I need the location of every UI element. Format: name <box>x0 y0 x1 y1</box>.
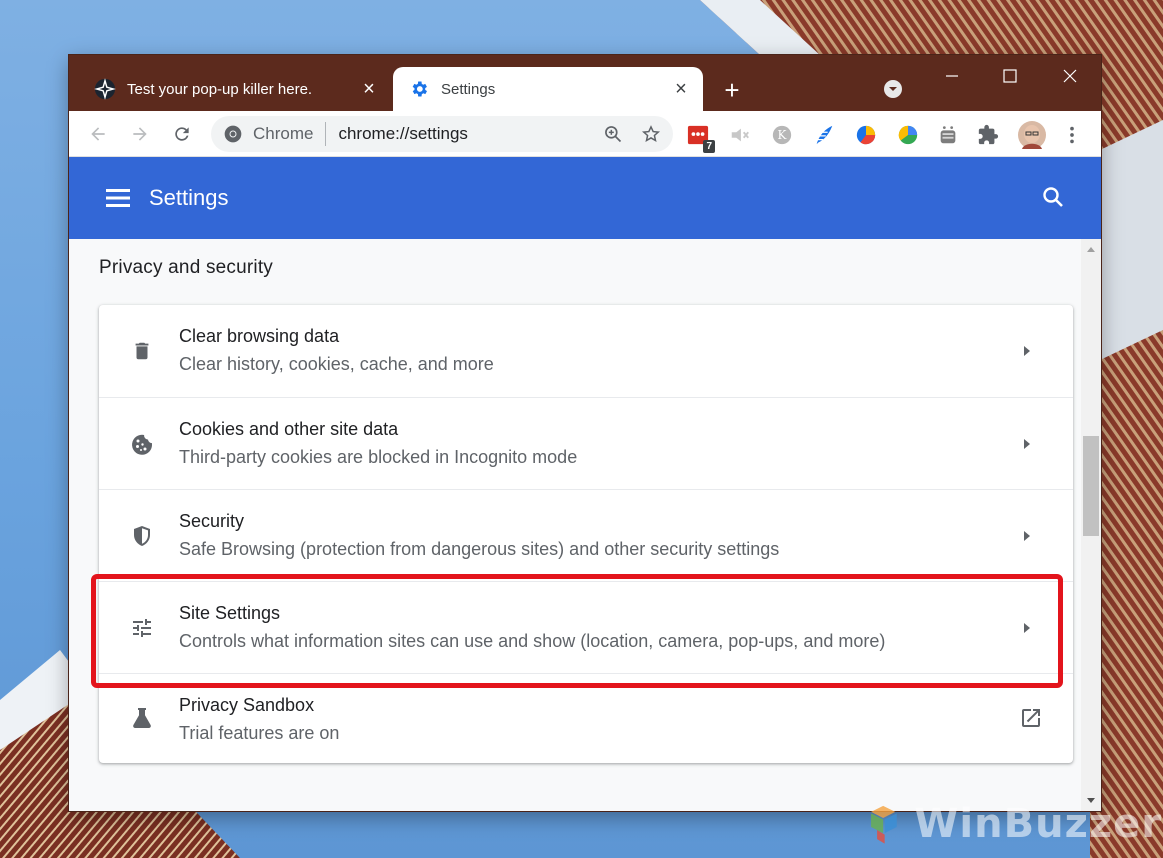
minimize-icon[interactable] <box>929 61 975 91</box>
row-sublabel: Trial features are on <box>179 723 340 743</box>
chart-extension-icon[interactable] <box>895 122 921 148</box>
new-tab-button[interactable]: + <box>717 75 747 105</box>
more-vert-icon[interactable] <box>1059 122 1085 148</box>
zoom-icon[interactable] <box>597 118 629 150</box>
browser-window: Test your pop-up killer here. × Settings… <box>69 55 1101 811</box>
row-sublabel: Safe Browsing (protection from dangerous… <box>179 539 780 559</box>
row-sublabel: Third-party cookies are blocked in Incog… <box>179 447 578 467</box>
todo-extension-icon[interactable]: 7 <box>685 122 715 153</box>
chrome-logo-icon <box>223 124 243 144</box>
watermark: WinBuzzer <box>862 790 1162 858</box>
tune-icon <box>129 615 155 641</box>
omnibox[interactable]: Chrome chrome://settings <box>211 116 673 152</box>
tab-settings[interactable]: Settings × <box>393 67 703 111</box>
row-security[interactable]: Security Safe Browsing (protection from … <box>99 489 1073 581</box>
scroll-up-arrow-icon[interactable] <box>1087 247 1095 252</box>
omnibox-scheme-label: Chrome <box>253 124 314 143</box>
trash-icon <box>129 338 155 364</box>
row-label: Clear browsing data <box>179 326 340 346</box>
maximize-icon[interactable] <box>987 61 1033 91</box>
settings-content: Privacy and security Clear browsing data… <box>69 239 1081 811</box>
section-title: Privacy and security <box>99 257 274 278</box>
popup-killer-favicon-icon <box>93 77 117 101</box>
gear-icon <box>407 77 431 101</box>
cookie-icon <box>129 431 155 457</box>
tab-strip: Test your pop-up killer here. × Settings… <box>69 55 1101 111</box>
forward-arrow-icon[interactable] <box>125 119 155 149</box>
profile-avatar[interactable] <box>1017 120 1047 150</box>
arrow-right-icon[interactable] <box>1015 432 1039 456</box>
arrow-right-icon[interactable] <box>1015 616 1039 640</box>
watermark-text: WinBuzzer <box>914 801 1162 847</box>
tab-search-icon[interactable] <box>881 77 905 101</box>
row-clear-browsing-data[interactable]: Clear browsing data Clear history, cooki… <box>99 305 1073 397</box>
omnibox-divider <box>325 122 327 146</box>
row-privacy-sandbox[interactable]: Privacy Sandbox Trial features are on <box>99 673 1073 763</box>
pie-extension-icon[interactable] <box>853 122 879 148</box>
scrollbar[interactable] <box>1081 239 1101 811</box>
speaker-extension-icon[interactable] <box>727 122 753 148</box>
puzzle-icon[interactable] <box>975 122 1001 148</box>
row-sublabel: Clear history, cookies, cache, and more <box>179 354 494 374</box>
k-extension-icon[interactable]: K <box>769 122 795 148</box>
reload-icon[interactable] <box>167 119 197 149</box>
tab-title: Test your pop-up killer here. <box>127 80 313 98</box>
row-label: Security <box>179 511 245 531</box>
robot-extension-icon[interactable] <box>935 122 961 148</box>
row-site-settings[interactable]: Site Settings Controls what information … <box>99 581 1073 673</box>
omnibox-url[interactable]: chrome://settings <box>338 124 597 144</box>
tab-close-icon[interactable]: × <box>355 75 383 103</box>
back-arrow-icon[interactable] <box>83 119 113 149</box>
row-label: Cookies and other site data <box>179 419 399 439</box>
extension-badge: 7 <box>703 140 715 153</box>
external-link-icon[interactable] <box>1019 706 1043 730</box>
row-sublabel: Controls what information sites can use … <box>179 631 886 651</box>
page-title: Settings <box>149 185 229 210</box>
arrow-right-icon[interactable] <box>1015 339 1039 363</box>
bookmark-star-icon[interactable] <box>635 118 667 150</box>
tab-close-icon[interactable]: × <box>667 75 695 103</box>
arrow-right-icon[interactable] <box>1015 524 1039 548</box>
close-icon[interactable] <box>1047 61 1093 91</box>
flask-icon <box>129 705 155 731</box>
shield-icon <box>129 523 155 549</box>
svg-text:K: K <box>778 128 788 142</box>
privacy-card: Clear browsing data Clear history, cooki… <box>99 305 1073 763</box>
tab-title: Settings <box>441 80 496 98</box>
feather-extension-icon[interactable] <box>811 122 837 148</box>
settings-header: Settings <box>69 157 1101 239</box>
browser-toolbar: Chrome chrome://settings 7 K <box>69 111 1101 157</box>
row-cookies[interactable]: Cookies and other site data Third-party … <box>99 397 1073 489</box>
tab-popup-test[interactable]: Test your pop-up killer here. × <box>79 67 391 111</box>
winbuzzer-logo-icon <box>871 805 897 844</box>
hamburger-menu-icon[interactable] <box>105 185 131 211</box>
scroll-thumb[interactable] <box>1083 436 1099 536</box>
row-label: Site Settings <box>179 603 281 623</box>
search-icon[interactable] <box>1041 185 1067 211</box>
row-label: Privacy Sandbox <box>179 695 315 715</box>
